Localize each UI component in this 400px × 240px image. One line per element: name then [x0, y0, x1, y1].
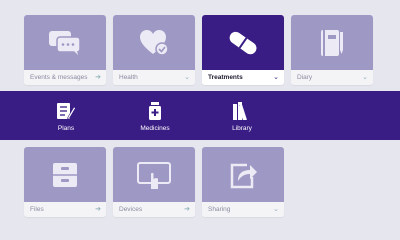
heart-check-icon: [140, 29, 169, 56]
submenu-label: Library: [232, 125, 252, 132]
tile-bar: Sharing ⌄: [202, 202, 284, 217]
tile-treatments[interactable]: Treatments ⌄: [202, 15, 284, 85]
chat-bubbles-icon: [49, 30, 81, 55]
share-icon: [230, 163, 257, 188]
tile-devices[interactable]: Devices ➔: [113, 147, 195, 217]
tile-bar: Diary ⌄: [291, 70, 373, 85]
medicine-bottle-icon: [148, 102, 162, 120]
submenu-item-library[interactable]: Library: [207, 91, 277, 140]
tile-label: Events & messages: [30, 74, 88, 81]
tile-bar: Health ⌄: [113, 70, 195, 85]
tile-bar: Files ➔: [24, 202, 106, 217]
tile-label: Diary: [297, 74, 313, 81]
submenu-label: Plans: [57, 125, 75, 132]
arrow-right-icon: ➔: [184, 206, 190, 213]
arrow-right-icon: ➔: [95, 74, 101, 81]
tile-art: [291, 15, 373, 70]
tile-bar: Events & messages ➔: [24, 70, 106, 85]
tile-sharing[interactable]: Sharing ⌄: [202, 147, 284, 217]
submenu-item-medicines[interactable]: Medicines: [120, 91, 190, 140]
pill-icon: [229, 31, 257, 54]
tile-label: Sharing: [208, 206, 231, 213]
tile-bar: Treatments ⌄: [202, 70, 284, 85]
chevron-down-icon: ⌄: [273, 206, 279, 213]
tile-label: Health: [119, 74, 138, 81]
chevron-down-icon: ⌄: [362, 74, 368, 81]
treatments-submenu: Plans Medicines Library: [0, 91, 400, 140]
tile-bar: Devices ➔: [113, 202, 195, 217]
tile-files[interactable]: Files ➔: [24, 147, 106, 217]
tile-art: [24, 147, 106, 202]
tablet-touch-icon: [137, 161, 171, 189]
tile-art: [202, 15, 284, 70]
arrow-right-icon: ➔: [95, 206, 101, 213]
tile-health[interactable]: Health ⌄: [113, 15, 195, 85]
tile-art: [113, 147, 195, 202]
tile-label: Treatments: [208, 74, 243, 81]
tile-art: [24, 15, 106, 70]
tile-art: [113, 15, 195, 70]
books-icon: [232, 102, 252, 120]
submenu-label: Medicines: [140, 125, 170, 132]
tile-label: Devices: [119, 206, 143, 213]
tile-art: [202, 147, 284, 202]
cabinet-icon: [53, 162, 77, 187]
chevron-down-icon: ⌄: [184, 74, 190, 81]
checklist-icon: [56, 102, 76, 120]
tile-diary[interactable]: Diary ⌄: [291, 15, 373, 85]
chevron-down-icon: ⌄: [273, 74, 279, 81]
notebook-icon: [321, 29, 343, 56]
tile-label: Files: [30, 206, 44, 213]
submenu-item-plans[interactable]: Plans: [31, 91, 101, 140]
tile-events-messages[interactable]: Events & messages ➔: [24, 15, 106, 85]
